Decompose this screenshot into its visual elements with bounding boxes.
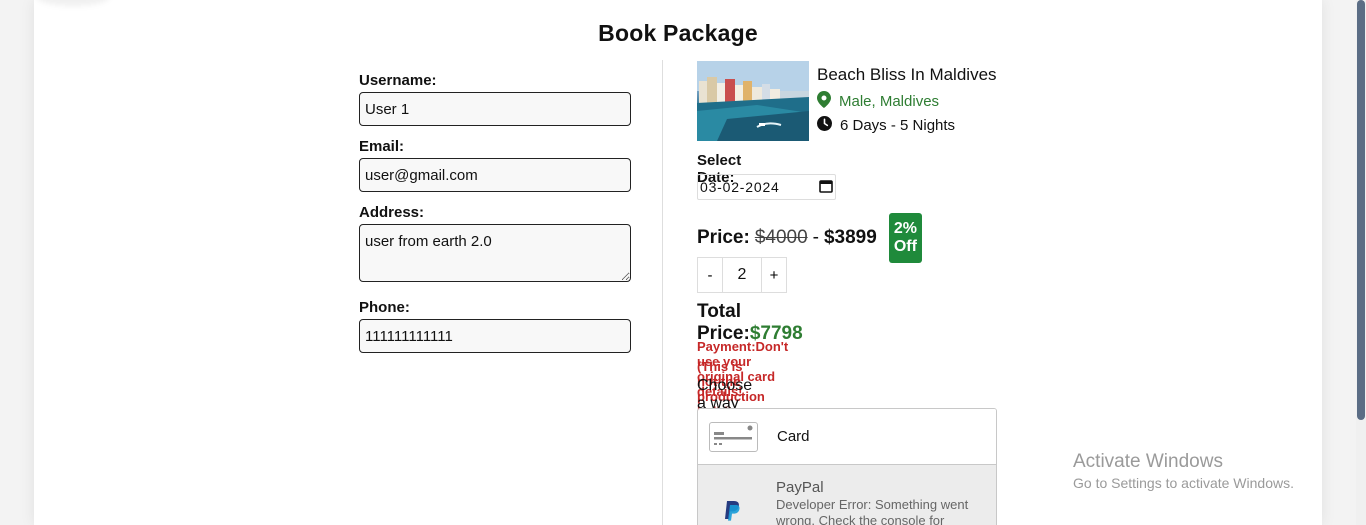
date-input[interactable]: 03-02-2024 xyxy=(697,174,836,200)
package-info: Beach Bliss In Maldives Male, Maldives 6… xyxy=(817,65,1077,135)
total-price-label: Total Price: xyxy=(697,301,750,344)
calendar-icon[interactable] xyxy=(819,179,833,196)
activate-windows-subtitle: Go to Settings to activate Windows. xyxy=(1073,475,1294,491)
email-label: Email: xyxy=(359,138,405,155)
package-name: Beach Bliss In Maldives xyxy=(817,65,997,84)
booking-form: Username: Email: Address: user from eart… xyxy=(359,72,631,365)
payment-options: Card PayPal Developer Error: Something w… xyxy=(697,408,997,525)
card-option-label: Card xyxy=(777,428,810,445)
increment-button[interactable]: + xyxy=(762,258,786,292)
username-input[interactable] xyxy=(359,92,631,126)
quantity-value: 2 xyxy=(722,258,762,292)
package-image xyxy=(697,61,809,141)
map-pin-icon xyxy=(817,91,831,112)
credit-card-icon xyxy=(709,421,758,452)
page-container xyxy=(34,0,1322,525)
date-value: 03-02-2024 xyxy=(700,179,780,195)
paypal-error-message: Developer Error: Something went wrong. C… xyxy=(776,497,969,525)
paypal-option-label: PayPal xyxy=(776,479,824,496)
activate-windows-title: Activate Windows xyxy=(1073,451,1223,472)
package-duration: 6 Days - 5 Nights xyxy=(817,116,1077,135)
address-textarea[interactable]: user from earth 2.0 xyxy=(359,224,631,282)
username-label: Username: xyxy=(359,72,437,89)
paypal-icon xyxy=(722,500,742,525)
package-location: Male, Maldives xyxy=(817,91,1077,112)
phone-label: Phone: xyxy=(359,299,410,316)
discount-badge: 2% Off xyxy=(888,213,922,263)
decrement-button[interactable]: - xyxy=(698,258,722,292)
clock-icon xyxy=(817,116,832,135)
price-row: Price: $4000 - $3899 2% Off xyxy=(697,213,922,263)
discount-price: $3899 xyxy=(823,227,877,248)
quantity-stepper: - 2 + xyxy=(697,257,787,293)
card-payment-option[interactable]: Card xyxy=(698,409,996,465)
address-label: Address: xyxy=(359,204,425,221)
paypal-payment-option[interactable]: PayPal Developer Error: Something went w… xyxy=(698,465,996,525)
phone-input[interactable] xyxy=(359,319,631,353)
price-separator: - xyxy=(812,227,819,248)
scrollbar-thumb[interactable] xyxy=(1357,0,1365,420)
package-duration-text: 6 Days - 5 Nights xyxy=(840,117,956,134)
column-divider xyxy=(662,60,663,525)
price-label: Price: xyxy=(697,227,750,248)
activate-windows-watermark: Activate Windows Go to Settings to activ… xyxy=(1073,451,1294,491)
package-location-text: Male, Maldives xyxy=(839,93,940,110)
regular-price: $4000 xyxy=(754,227,808,248)
email-input[interactable] xyxy=(359,158,631,192)
page-title: Book Package xyxy=(598,20,758,46)
